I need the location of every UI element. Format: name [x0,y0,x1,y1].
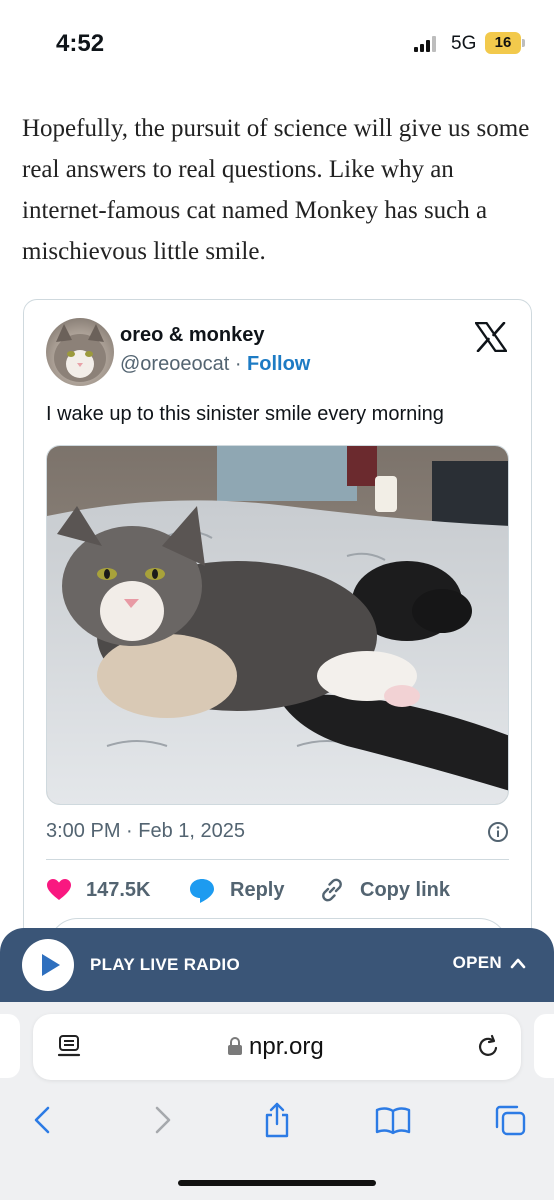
author-name[interactable]: oreo & monkey [120,324,264,347]
like-count: 147.5K [86,878,151,901]
home-indicator[interactable] [178,1180,376,1186]
status-time: 4:52 [56,30,105,57]
follow-button[interactable]: Follow [247,353,310,375]
tweet-divider [46,859,509,860]
network-label: 5G [451,33,477,54]
tweet-actions: 147.5K Reply Copy link [46,872,516,908]
link-icon [322,878,342,902]
live-radio-bar: PLAY LIVE RADIO OPEN [0,928,554,1002]
share-icon [265,1102,289,1138]
handle-separator: · [229,353,248,375]
next-tab-peek[interactable] [534,1014,554,1078]
tabs-button[interactable] [488,1098,532,1142]
tweet-text: I wake up to this sinister smile every m… [46,403,444,425]
copy-link-label: Copy link [360,878,451,901]
reply-label: Reply [230,878,285,901]
address-bar[interactable]: npr.org [33,1014,521,1080]
article-paragraph: Hopefully, the pursuit of science will g… [22,115,530,265]
forward-button[interactable] [141,1098,185,1142]
author-handle-row: @oreoeocat · Follow [120,353,310,376]
like-button[interactable]: 147.5K [46,872,151,908]
embedded-tweet[interactable]: oreo & monkey @oreoeocat · Follow I wake… [23,299,532,959]
open-radio-button[interactable]: OPEN [453,953,526,973]
tweet-timestamp[interactable]: 3:00 PM · Feb 1, 2025 [46,820,245,843]
reply-button[interactable]: Reply [188,872,284,908]
battery-icon: 16 [485,32,525,54]
browser-chrome: npr.org [0,1002,554,1200]
open-label: OPEN [452,953,502,972]
chevron-left-icon [34,1106,50,1134]
heart-icon [47,879,71,900]
bookmarks-button[interactable] [371,1098,415,1142]
page-menu-icon[interactable] [57,1034,83,1060]
book-icon [375,1107,411,1135]
tabs-icon [495,1105,526,1136]
play-icon[interactable] [22,939,74,991]
chevron-up-icon [510,958,526,969]
copy-link-button[interactable]: Copy link [318,872,450,908]
play-live-radio-label[interactable]: PLAY LIVE RADIO [90,955,240,975]
browser-toolbar [0,1098,554,1142]
author-handle[interactable]: @oreoeocat [120,353,229,375]
info-icon[interactable] [487,821,509,843]
status-bar: 4:52 5G 16 [0,0,554,88]
tweet-photo[interactable] [46,445,509,805]
share-button[interactable] [255,1098,299,1142]
lock-icon [228,1037,242,1055]
x-logo-icon[interactable] [475,322,507,352]
previous-tab-peek[interactable] [0,1014,20,1078]
back-button[interactable] [20,1098,64,1142]
reload-icon[interactable] [475,1034,501,1060]
url-text[interactable]: npr.org [249,1033,324,1061]
chevron-right-icon [155,1106,171,1134]
reply-bubble-icon [190,879,214,903]
author-avatar[interactable] [46,318,114,386]
cellular-signal-icon [414,36,436,52]
